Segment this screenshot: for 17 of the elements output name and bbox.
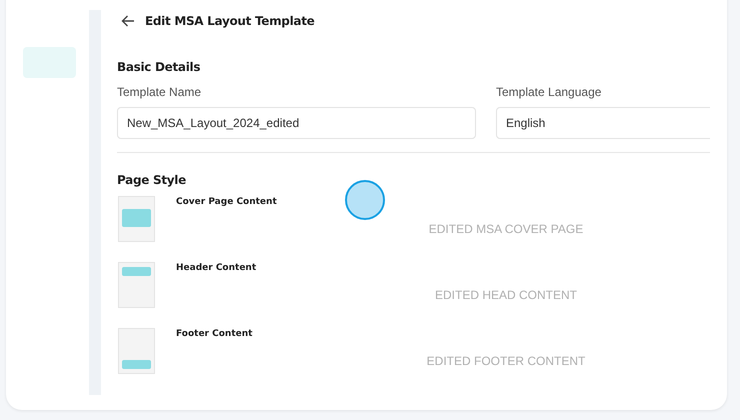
section-heading: Page Style xyxy=(117,173,187,187)
field-label: Template Language xyxy=(496,85,602,99)
layout-thumbnail-icon[interactable] xyxy=(118,196,155,242)
template-name-field[interactable]: New_MSA_Layout_2024_edited xyxy=(117,107,476,139)
item-title: Cover Page Content xyxy=(176,197,278,209)
item-value: EDITED HEAD CONTENT xyxy=(434,288,578,304)
back-arrow-icon[interactable] xyxy=(121,15,135,27)
template-language-field[interactable]: English xyxy=(496,107,710,139)
item-value: EDITED MSA COVER PAGE xyxy=(428,222,584,238)
field-label: Template Name xyxy=(117,85,202,99)
layout-thumbnail-icon[interactable] xyxy=(118,262,155,308)
item-title: Header Content xyxy=(176,263,258,275)
section-heading: Basic Details xyxy=(117,60,202,74)
page-title: Edit MSA Layout Template xyxy=(145,14,314,28)
item-value: EDITED FOOTER CONTENT xyxy=(426,354,586,370)
layout-thumbnail-icon[interactable] xyxy=(118,328,155,374)
item-title: Footer Content xyxy=(176,329,254,341)
